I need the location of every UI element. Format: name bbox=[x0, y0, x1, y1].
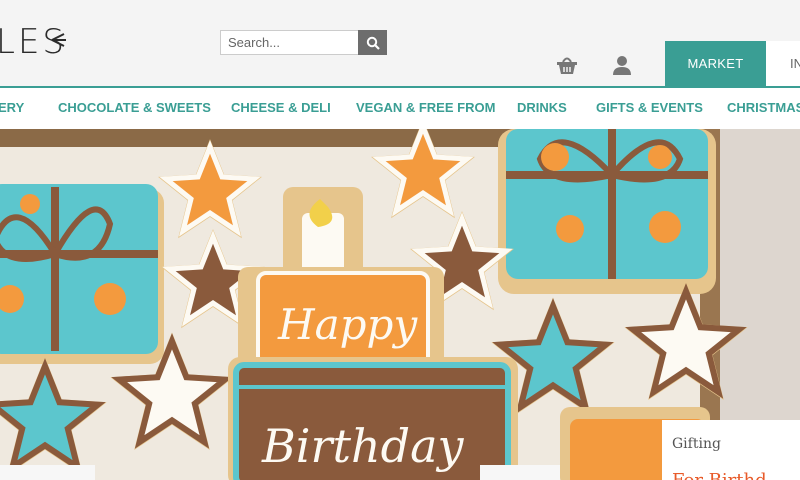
nav-item-bakery[interactable]: ERY bbox=[0, 100, 24, 115]
nav-item-drinks[interactable]: DRINKS bbox=[517, 100, 567, 115]
carousel-tile-mid bbox=[480, 465, 560, 480]
hero-banner[interactable]: Happy Birthday Gifting For Birthd bbox=[0, 129, 800, 480]
user-icon[interactable] bbox=[612, 55, 632, 75]
cookie-gift-left bbox=[0, 184, 164, 364]
gifting-card-subtitle: For Birthd bbox=[672, 470, 767, 480]
gifting-card-title: Gifting bbox=[672, 436, 721, 452]
nav-item-gifts-events[interactable]: GIFTS & EVENTS bbox=[596, 100, 703, 115]
tab-market[interactable]: MARKET bbox=[665, 41, 766, 86]
tab-secondary[interactable]: IN bbox=[766, 41, 800, 86]
nav-item-cheese-deli[interactable]: CHEESE & DELI bbox=[231, 100, 331, 115]
search-bar bbox=[220, 30, 387, 55]
site-header: LES MARKET bbox=[0, 0, 800, 86]
cookie-text-happy: Happy bbox=[277, 300, 418, 349]
category-nav: ERY CHOCOLATE & SWEETS CHEESE & DELI VEG… bbox=[0, 86, 800, 129]
nav-item-chocolate-sweets[interactable]: CHOCOLATE & SWEETS bbox=[58, 100, 211, 115]
gifting-card[interactable]: Gifting For Birthd bbox=[662, 420, 800, 480]
cookie-text-birthday: Birthday bbox=[261, 419, 464, 473]
search-button[interactable] bbox=[358, 30, 387, 55]
leaf-icon bbox=[51, 33, 66, 47]
carousel-tile-left bbox=[0, 465, 95, 480]
page: LES MARKET bbox=[0, 0, 800, 480]
nav-item-christmas[interactable]: CHRISTMAS bbox=[727, 100, 800, 115]
search-icon bbox=[366, 36, 380, 50]
basket-icon[interactable] bbox=[556, 55, 578, 75]
nav-item-vegan-free-from[interactable]: VEGAN & FREE FROM bbox=[356, 100, 495, 115]
cookie-gift-right bbox=[498, 129, 716, 294]
search-input[interactable] bbox=[220, 30, 358, 55]
